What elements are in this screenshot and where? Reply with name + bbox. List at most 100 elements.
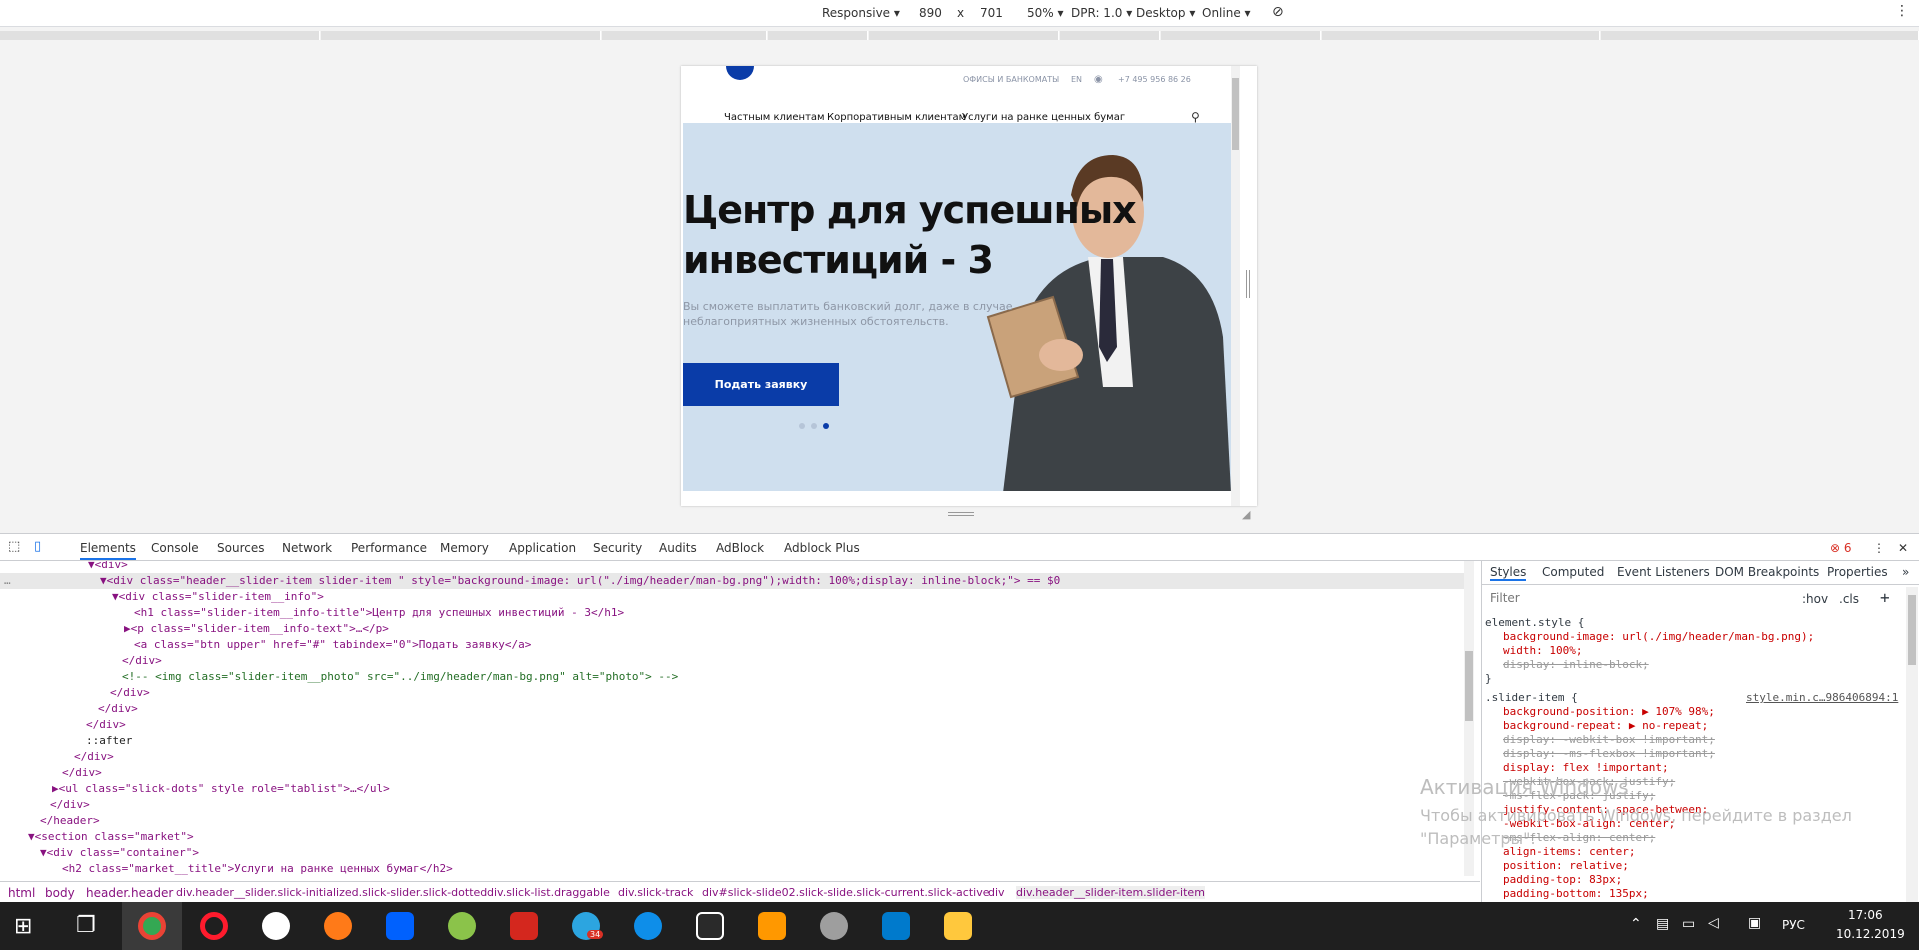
style-prop-overridden[interactable]: display: inline-block; <box>1503 658 1649 672</box>
clock-time[interactable]: 17:06 <box>1848 908 1883 922</box>
battery-icon[interactable]: ▭ <box>1682 916 1695 932</box>
dom-line[interactable]: ▼<div class="slider-item__info"> <box>0 589 1466 605</box>
windows-start-icon[interactable]: ⊞ <box>14 914 32 939</box>
tab-adblock[interactable]: AdBlock <box>716 541 764 555</box>
crumb-slider[interactable]: div.header__slider.slick-initialized.sli… <box>176 886 487 899</box>
slider-dot[interactable] <box>811 423 817 429</box>
styles-scrollbar-thumb[interactable] <box>1908 595 1916 665</box>
tab-application[interactable]: Application <box>509 541 576 555</box>
add-rule-icon[interactable]: + <box>1880 588 1890 607</box>
tab-dom-breakpoints[interactable]: DOM Breakpoints <box>1715 565 1819 579</box>
dom-line-selected[interactable]: … ▼<div class="header__slider-item slider… <box>0 573 1466 589</box>
rule-prop-overridden[interactable]: display: -webkit-box !important; <box>1503 733 1715 747</box>
vpn-icon[interactable] <box>448 912 476 940</box>
dom-line[interactable]: <h2 class="market__title">Услуги на ранк… <box>0 861 1466 876</box>
ruler-segment[interactable] <box>1322 31 1600 40</box>
dom-line[interactable]: <a class="btn upper" href="#" tabindex="… <box>0 637 1466 653</box>
dom-line[interactable]: </div> <box>0 701 1466 717</box>
tab-styles[interactable]: Styles <box>1490 565 1527 581</box>
rule-prop[interactable]: padding-bottom: 135px; <box>1503 887 1649 901</box>
opera-icon[interactable] <box>200 912 228 940</box>
responsive-dropdown[interactable]: Responsive ▾ <box>822 6 900 20</box>
clock-date[interactable]: 10.12.2019 <box>1836 927 1905 941</box>
ruler-segment[interactable] <box>1601 31 1919 40</box>
rule-prop[interactable]: padding-top: 83px; <box>1503 873 1622 887</box>
crumb-body[interactable]: body <box>45 886 75 900</box>
tab-properties[interactable]: Properties <box>1827 565 1888 579</box>
more-tabs-icon[interactable]: » <box>1902 565 1909 579</box>
dom-line[interactable]: <h1 class="slider-item__info-title">Цент… <box>0 605 1466 621</box>
slider-dot-active[interactable] <box>823 423 829 429</box>
eye-icon[interactable]: ◉ <box>1094 74 1103 85</box>
nav-private[interactable]: Частным клиентам <box>724 112 825 123</box>
yandex-browser-icon[interactable] <box>262 912 290 940</box>
offices-link[interactable]: ОФИСЫ И БАНКОМАТЫ <box>963 75 1059 84</box>
viewport-scrollbar-thumb[interactable] <box>1232 78 1239 150</box>
nav-corporate[interactable]: Корпоративным клиентам <box>827 112 966 123</box>
submit-request-button[interactable]: Подать заявку <box>683 363 839 406</box>
hov-toggle[interactable]: :hov <box>1802 592 1828 606</box>
volume-icon[interactable]: ◁ <box>1708 915 1719 931</box>
cls-toggle[interactable]: .cls <box>1839 592 1859 606</box>
ruler-segment[interactable] <box>768 31 868 40</box>
crumb-html[interactable]: html <box>8 886 35 900</box>
dom-line[interactable]: ▼<div> <box>0 561 1466 573</box>
dom-line[interactable]: ▼<div class="container"> <box>0 845 1466 861</box>
slider-dot[interactable] <box>799 423 805 429</box>
rotate-icon[interactable]: ⊘ <box>1272 4 1284 20</box>
notifications-icon[interactable]: ▣ <box>1748 915 1761 931</box>
ruler-segment[interactable] <box>1161 31 1321 40</box>
tab-audits[interactable]: Audits <box>659 541 697 555</box>
zoom-dropdown[interactable]: 50% ▾ <box>1027 6 1064 20</box>
crumb-div[interactable]: div <box>988 886 1005 899</box>
device-toggle-icon[interactable]: ▯ <box>34 539 41 554</box>
dpr-dropdown[interactable]: DPR: 1.0 ▾ <box>1071 6 1132 20</box>
height-resize-handle[interactable] <box>948 512 974 516</box>
dom-line[interactable]: ▼<section class="market"> <box>0 829 1466 845</box>
styles-scrollbar[interactable] <box>1906 587 1918 903</box>
style-prop[interactable]: width: 100%; <box>1503 644 1582 658</box>
ruler-segment[interactable] <box>869 31 1059 40</box>
styles-filter-input[interactable]: Filter <box>1486 589 1736 607</box>
search-icon[interactable]: ⚲ <box>1191 110 1200 124</box>
ruler-segment[interactable] <box>0 31 320 40</box>
network-dropdown[interactable]: Online ▾ <box>1202 6 1251 20</box>
corner-resize-handle[interactable]: ◢ <box>1242 508 1250 521</box>
ruler-segment[interactable] <box>602 31 767 40</box>
rule-source-link[interactable]: style.min.c…986406894:1 <box>1746 691 1898 705</box>
file-explorer-icon[interactable] <box>944 912 972 940</box>
ruler-segment[interactable] <box>1060 31 1160 40</box>
vscode-icon[interactable] <box>882 912 910 940</box>
crumb-slick-list[interactable]: div.slick-list.draggable <box>487 886 610 899</box>
width-input[interactable]: 890 <box>919 6 942 20</box>
dropbox-icon[interactable] <box>386 912 414 940</box>
firefox-icon[interactable] <box>324 912 352 940</box>
tab-adblock-plus[interactable]: Adblock Plus <box>784 541 860 555</box>
teamviewer-icon[interactable] <box>634 912 662 940</box>
dom-line[interactable]: <!-- <img class="slider-item__photo" src… <box>0 669 1466 685</box>
crumb-slider-item[interactable]: div.header__slider-item.slider-item <box>1016 886 1205 899</box>
lang-link[interactable]: EN <box>1071 75 1082 84</box>
phone-link[interactable]: +7 495 956 86 26 <box>1118 75 1191 84</box>
width-resize-handle[interactable] <box>1246 270 1250 298</box>
tab-performance[interactable]: Performance <box>351 541 427 555</box>
dom-line[interactable]: </header> <box>0 813 1466 829</box>
inspect-icon[interactable]: ⬚ <box>8 539 20 554</box>
tab-sources[interactable]: Sources <box>217 541 264 555</box>
error-count[interactable]: ⊗ 6 <box>1830 541 1852 555</box>
dom-line[interactable]: </div> <box>0 653 1466 669</box>
ruler-segment[interactable] <box>321 31 601 40</box>
dom-line[interactable]: </div> <box>0 765 1466 781</box>
dom-line[interactable]: </div> <box>0 749 1466 765</box>
rule-prop[interactable]: display: flex !important; <box>1503 761 1669 775</box>
dom-line[interactable]: ▶<p class="slider-item__info-text">…</p> <box>0 621 1466 637</box>
crumb-slick-track[interactable]: div.slick-track <box>618 886 693 899</box>
tab-elements[interactable]: Elements <box>80 541 136 560</box>
dom-line[interactable]: </div> <box>0 797 1466 813</box>
language-indicator[interactable]: РУС <box>1782 918 1805 932</box>
filezilla-icon[interactable] <box>696 912 724 940</box>
crumb-slick-slide[interactable]: div#slick-slide02.slick-slide.slick-curr… <box>702 886 989 899</box>
rule-prop-overridden[interactable]: display: -ms-flexbox !important; <box>1503 747 1715 761</box>
sublime-text-icon[interactable] <box>758 912 786 940</box>
bank-logo[interactable] <box>726 66 754 80</box>
